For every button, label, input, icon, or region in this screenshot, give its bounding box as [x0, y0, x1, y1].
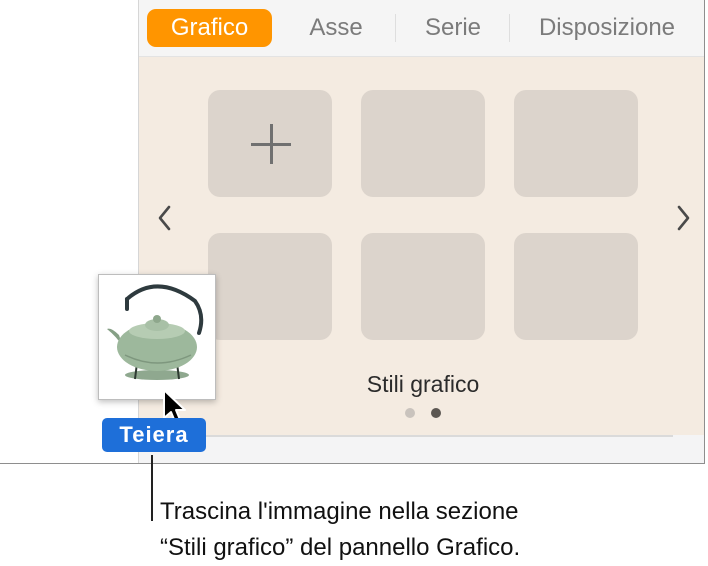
chart-style-slot[interactable]: [514, 233, 638, 340]
callout-line: [151, 455, 153, 521]
page-dot-1[interactable]: [405, 408, 415, 418]
chevron-left-icon[interactable]: [157, 205, 173, 236]
tab-series[interactable]: Serie: [405, 9, 501, 47]
chart-styles-section: Stili grafico: [139, 57, 704, 435]
chart-styles-label: Stili grafico: [366, 371, 480, 397]
tab-layout[interactable]: Disposizione: [521, 9, 693, 47]
dragged-image[interactable]: [98, 274, 216, 400]
section-divider: [139, 435, 673, 437]
plus-icon: [251, 124, 291, 164]
tab-separator: [509, 14, 510, 42]
callout-text: Trascina l'immagine nella sezione “Stili…: [160, 494, 520, 566]
chart-style-slot[interactable]: [361, 233, 485, 340]
tab-chart[interactable]: Grafico: [147, 9, 272, 47]
teapot-icon: [107, 284, 204, 380]
tab-axis[interactable]: Asse: [285, 9, 387, 47]
tab-bar: Grafico Asse Serie Disposizione: [139, 0, 704, 57]
chart-style-slot[interactable]: [208, 233, 332, 340]
format-sidebar: Grafico Asse Serie Disposizione Stili gr…: [138, 0, 704, 463]
callout-line-1: Trascina l'immagine nella sezione: [160, 498, 519, 525]
tab-separator: [395, 14, 396, 42]
chevron-right-icon[interactable]: [675, 205, 691, 236]
add-chart-style-button[interactable]: [208, 90, 332, 197]
page-dot-2[interactable]: [431, 408, 441, 418]
callout-line-2: “Stili grafico” del pannello Grafico.: [160, 534, 521, 561]
chart-style-slot[interactable]: [514, 90, 638, 197]
drag-label: Teiera: [102, 418, 206, 452]
chart-style-slot[interactable]: [361, 90, 485, 197]
